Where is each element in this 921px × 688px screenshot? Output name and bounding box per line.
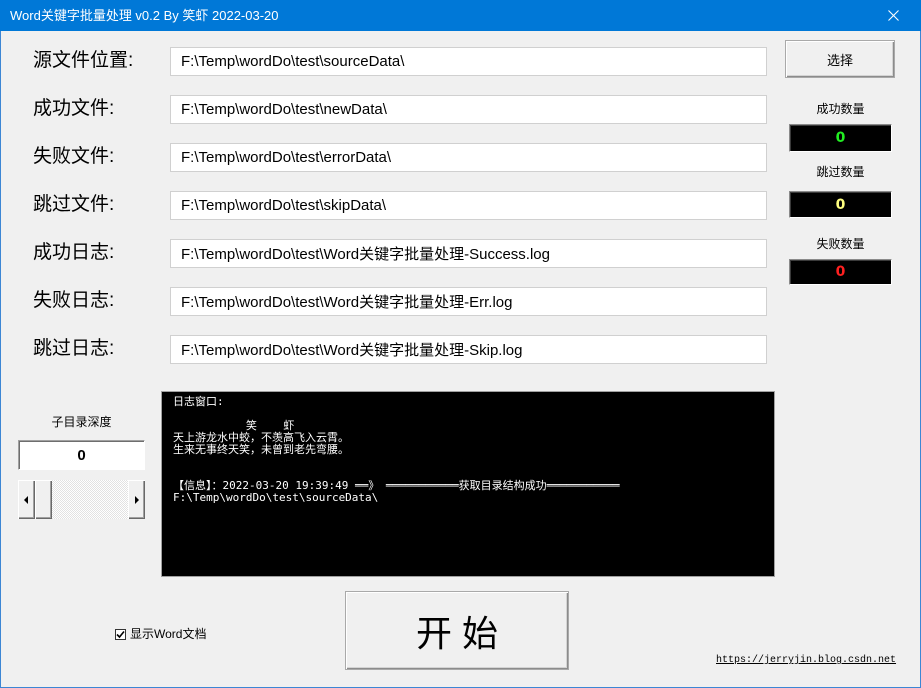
- check-icon: [116, 630, 125, 639]
- success-log-label: 成功日志:: [33, 242, 115, 263]
- log-window: 日志窗口: 笑 虾 天上游龙水中蛟，不羡高飞入云霄。 生来无事终天笑，未曾到老先…: [161, 391, 775, 577]
- error-count-value: 0: [789, 259, 892, 285]
- success-folder-input[interactable]: [170, 95, 767, 124]
- skip-count-value: 0: [789, 191, 892, 218]
- depth-scrollbar[interactable]: [18, 480, 145, 519]
- skip-log-label: 跳过日志:: [33, 338, 115, 359]
- error-log-input[interactable]: [170, 287, 767, 316]
- close-icon: [887, 10, 899, 21]
- scroll-right-button[interactable]: [128, 480, 145, 519]
- show-word-label[interactable]: 显示Word文档: [130, 627, 206, 642]
- success-count-label: 成功数量: [816, 102, 865, 116]
- show-word-checkbox[interactable]: [115, 629, 126, 640]
- log-path-line: F:\Temp\wordDo\test\sourceData\: [173, 491, 379, 504]
- success-log-input[interactable]: [170, 239, 767, 268]
- title-bar[interactable]: Word关键字批量处理 v0.2 By 笑虾 2022-03-20: [0, 0, 921, 31]
- source-path-input[interactable]: [170, 47, 767, 76]
- arrow-left-icon: [24, 495, 28, 504]
- log-poem-line-2: 生来无事终天笑，未曾到老先弯腰。: [173, 443, 349, 456]
- log-title-line: 日志窗口:: [173, 395, 224, 408]
- error-log-label: 失败日志:: [33, 290, 115, 311]
- skip-folder-label: 跳过文件:: [33, 194, 115, 215]
- scroll-left-button[interactable]: [18, 480, 35, 519]
- arrow-right-icon: [135, 495, 139, 504]
- success-folder-label: 成功文件:: [33, 98, 115, 119]
- skip-log-input[interactable]: [170, 335, 767, 364]
- start-button[interactable]: 开 始: [345, 591, 569, 670]
- log-blank-line: [173, 456, 774, 468]
- window-title: Word关键字批量处理 v0.2 By 笑虾 2022-03-20: [10, 8, 279, 23]
- blog-link[interactable]: https://jerryjin.blog.csdn.net: [716, 655, 896, 667]
- skip-folder-input[interactable]: [170, 191, 767, 220]
- success-count-value: 0: [789, 124, 892, 152]
- error-folder-label: 失败文件:: [33, 146, 115, 167]
- close-button[interactable]: [870, 0, 916, 31]
- error-folder-input[interactable]: [170, 143, 767, 172]
- depth-label: 子目录深度: [51, 415, 112, 429]
- app-window: Word关键字批量处理 v0.2 By 笑虾 2022-03-20 源文件位置:…: [0, 0, 921, 688]
- source-path-label: 源文件位置:: [33, 50, 134, 71]
- depth-input[interactable]: [18, 440, 145, 470]
- error-count-label: 失败数量: [816, 237, 865, 251]
- select-folder-button[interactable]: 选择: [785, 40, 895, 78]
- scroll-thumb[interactable]: [35, 480, 52, 519]
- skip-count-label: 跳过数量: [816, 165, 865, 179]
